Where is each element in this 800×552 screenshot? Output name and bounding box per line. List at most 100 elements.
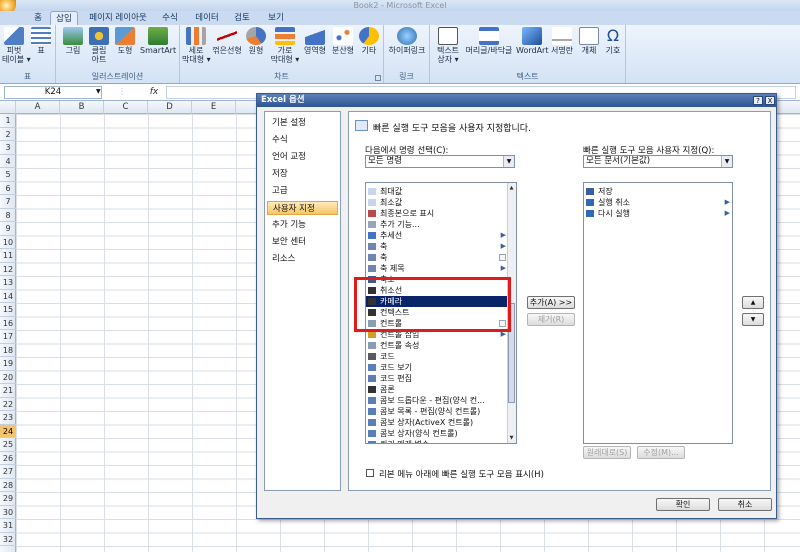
qat-item[interactable]: 다시 실행 ▶ — [584, 208, 732, 219]
nav-item-advanced[interactable]: 고급 — [267, 184, 338, 198]
column-header[interactable]: D — [148, 101, 192, 114]
charts-dialog-launcher[interactable] — [375, 75, 381, 81]
command-item[interactable]: 최종본으로 표시 — [366, 208, 508, 219]
row-header[interactable]: 16 — [0, 317, 16, 330]
tab-data[interactable]: 데이터 — [190, 11, 224, 25]
row-header[interactable]: 15 — [0, 303, 16, 317]
scatter-chart-button[interactable]: 분산형 — [330, 27, 356, 55]
row-header[interactable]: 26 — [0, 452, 16, 465]
command-item[interactable]: 코드 보기 — [366, 362, 508, 373]
nav-item-formulas[interactable]: 수식 — [267, 133, 338, 147]
command-item[interactable]: 컨트롤 속성 — [366, 340, 508, 351]
ok-button[interactable]: 확인 — [656, 498, 710, 511]
command-item[interactable]: 콤보 상자(양식 컨트롤) — [366, 428, 508, 439]
row-header[interactable]: 14 — [0, 290, 16, 303]
picture-button[interactable]: 그림 — [62, 27, 84, 55]
command-item[interactable]: 콤보 목록 - 편집(양식 컨트롤) — [366, 406, 508, 417]
clip-art-button[interactable]: 클립 아트 — [88, 27, 110, 64]
nav-item-save[interactable]: 저장 — [267, 167, 338, 181]
cancel-button[interactable]: 취소 — [718, 498, 772, 511]
line-chart-button[interactable]: 꺾은선형 — [212, 27, 242, 55]
area-chart-button[interactable]: 영역형 — [302, 27, 328, 55]
tab-formulas[interactable]: 수식 — [156, 11, 184, 25]
row-header[interactable]: 21 — [0, 384, 16, 398]
smartart-button[interactable]: SmartArt — [140, 27, 176, 55]
row-header[interactable]: 31 — [0, 519, 16, 533]
command-item[interactable]: 추가 기능... — [366, 219, 508, 230]
nav-item-customize[interactable]: 사용자 지정 — [267, 201, 338, 215]
column-header[interactable]: A — [16, 101, 60, 114]
row-header[interactable]: 9 — [0, 222, 16, 236]
move-up-button[interactable]: ▲ — [742, 296, 764, 309]
row-header[interactable]: 2 — [0, 128, 16, 141]
tab-review[interactable]: 검토 — [228, 11, 256, 25]
close-button[interactable]: X — [765, 96, 775, 105]
nav-item-addins[interactable]: 추가 기능 — [267, 218, 338, 232]
column-chart-button[interactable]: 세로 막대형 ▾ — [182, 27, 211, 64]
nav-item-basic[interactable]: 기본 설정 — [267, 116, 338, 130]
object-button[interactable]: 개체 — [578, 27, 600, 55]
row-header[interactable]: 1 — [0, 114, 16, 128]
column-header[interactable]: E — [192, 101, 236, 114]
row-header[interactable]: 8 — [0, 209, 16, 222]
hyperlink-button[interactable]: 하이퍼링크 — [386, 27, 428, 55]
command-item[interactable]: 축 제목 ▶ — [366, 263, 508, 274]
help-button[interactable]: ? — [753, 96, 763, 105]
row-header[interactable]: 3 — [0, 141, 16, 155]
move-down-button[interactable]: ▼ — [742, 313, 764, 326]
command-item[interactable]: 추세선 ▶ — [366, 230, 508, 241]
symbol-button[interactable]: Ω 기호 — [602, 27, 624, 56]
command-item[interactable]: 축 ▶ — [366, 241, 508, 252]
bar-chart-button[interactable]: 가로 막대형 ▾ — [270, 27, 300, 64]
row-header[interactable]: 7 — [0, 195, 16, 209]
choose-commands-select[interactable]: 모든 명령 ▼ — [365, 155, 515, 168]
row-header[interactable]: 30 — [0, 506, 16, 519]
row-header[interactable]: 6 — [0, 182, 16, 195]
row-header[interactable]: 11 — [0, 249, 16, 263]
row-header[interactable]: 23 — [0, 411, 16, 425]
header-footer-button[interactable]: 머리글/바닥글 — [464, 27, 514, 55]
qat-item[interactable]: 저장 — [584, 186, 732, 197]
other-charts-button[interactable]: 기타 — [358, 27, 380, 55]
qat-item[interactable]: 실행 취소 ▶ — [584, 197, 732, 208]
row-header[interactable]: 24 — [0, 424, 16, 438]
command-item[interactable]: 콤보 드롭다운 - 편집(양식 컨... — [366, 395, 508, 406]
row-header[interactable]: 27 — [0, 465, 16, 479]
modify-button[interactable]: 수정(M)... — [637, 446, 685, 459]
remove-button[interactable]: 제거(R) — [527, 313, 575, 326]
tab-view[interactable]: 보기 — [262, 11, 290, 25]
row-header[interactable]: 18 — [0, 344, 16, 357]
row-header[interactable]: 20 — [0, 371, 16, 384]
customize-qat-select[interactable]: 모든 문서(기본값) ▼ — [583, 155, 733, 168]
row-header[interactable]: 4 — [0, 155, 16, 168]
tab-home[interactable]: 홈 — [28, 11, 48, 25]
tab-insert[interactable]: 삽입 — [50, 11, 78, 25]
pie-chart-button[interactable]: 원형 — [244, 27, 268, 55]
row-header[interactable]: 12 — [0, 263, 16, 276]
row-header[interactable]: 13 — [0, 276, 16, 290]
command-item[interactable]: 코드 — [366, 351, 508, 362]
row-header[interactable]: 5 — [0, 168, 16, 182]
wordart-button[interactable]: WordArt — [516, 27, 548, 55]
insert-function-button[interactable]: fx — [145, 86, 163, 99]
nav-item-trust-center[interactable]: 보안 센터 — [267, 235, 338, 249]
row-header[interactable]: 28 — [0, 479, 16, 492]
nav-item-resources[interactable]: 리소스 — [267, 252, 338, 266]
row-header[interactable]: 19 — [0, 357, 16, 371]
name-box-dropdown-icon[interactable]: ▼ — [96, 88, 101, 95]
select-all-corner[interactable] — [0, 101, 16, 114]
command-item[interactable]: 축 — [366, 252, 508, 263]
name-box[interactable]: K24 — [4, 86, 102, 99]
row-header[interactable]: 29 — [0, 492, 16, 506]
command-item[interactable]: 콤보 상자(ActiveX 컨트롤) — [366, 417, 508, 428]
column-header[interactable]: B — [60, 101, 104, 114]
command-item[interactable]: 콤론 — [366, 384, 508, 395]
table-button[interactable]: 표 — [30, 27, 52, 55]
command-item[interactable]: 최대값 — [366, 186, 508, 197]
column-header[interactable]: C — [104, 101, 148, 114]
text-box-button[interactable]: 텍스트 상자 ▾ — [434, 27, 462, 64]
shapes-button[interactable]: 도형 — [114, 27, 136, 55]
row-header[interactable]: 32 — [0, 533, 16, 546]
signature-line-button[interactable]: 서명란 — [548, 27, 576, 55]
command-item[interactable]: 코드 편집 — [366, 373, 508, 384]
